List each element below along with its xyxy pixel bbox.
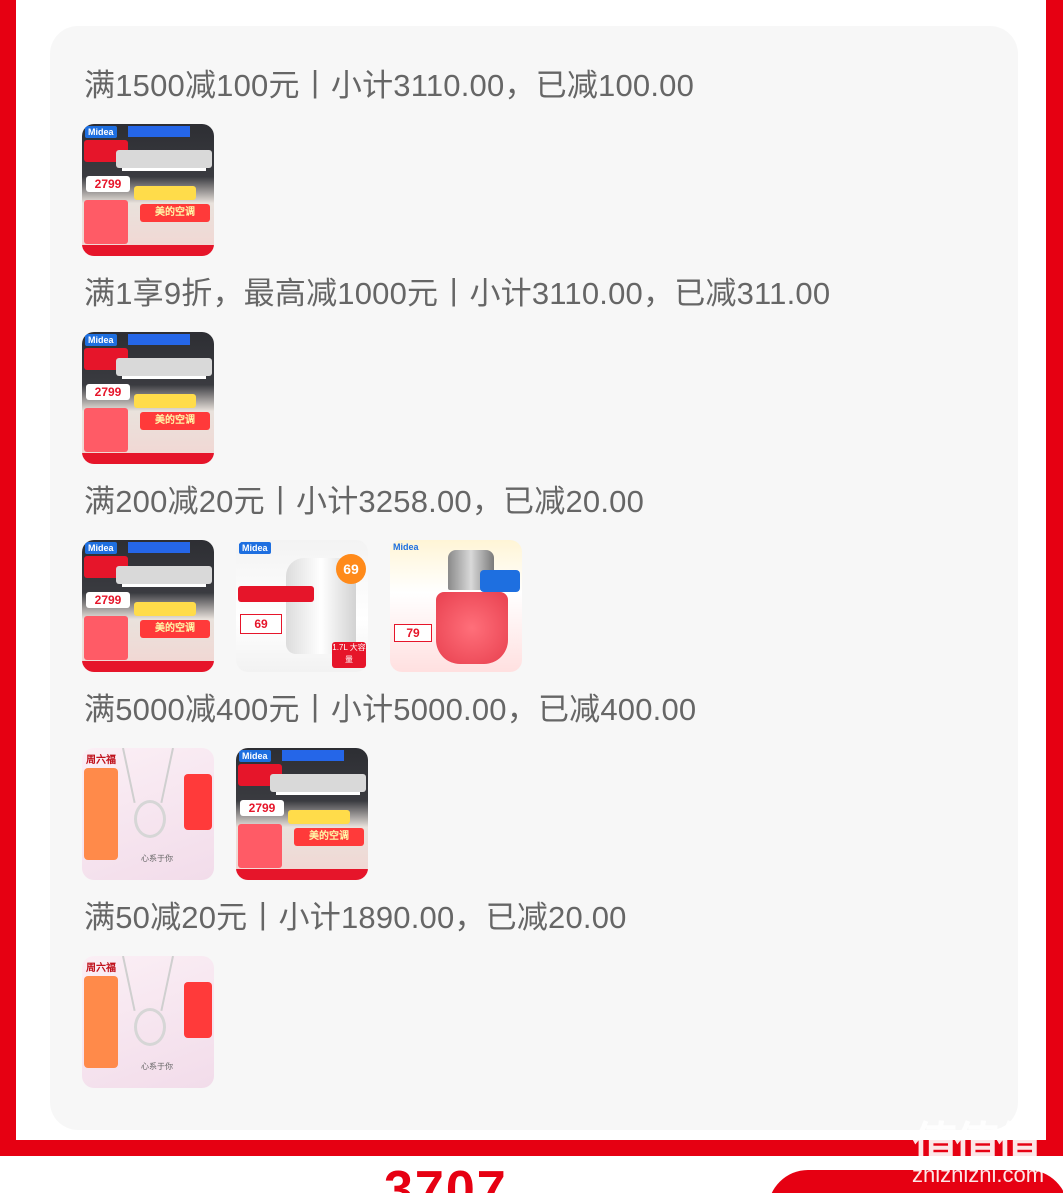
product-thumb-chopper[interactable]: Midea 79 [390,540,522,672]
product-thumb-air-conditioner[interactable]: Midea 2799 美的空调 [82,540,214,672]
product-headline: 美的空调 [140,412,210,430]
product-headline: 美的空调 [294,828,364,846]
product-caption: 心系于你 [141,854,173,863]
product-headline: 美的空调 [140,620,210,638]
promotion-group-title: 满1享9折，最高减1000元丨小计3110.00，已减311.00 [84,276,831,311]
promotion-group-title: 满50减20元丨小计1890.00，已减20.00 [84,900,627,935]
product-price: 2799 [86,176,130,192]
promotion-group-title: 满1500减100元丨小计3110.00，已减100.00 [84,68,695,103]
price-badge: 69 [336,554,366,584]
brand-logo: Midea [393,542,419,552]
product-caption: 心系于你 [141,1062,173,1071]
product-price: 2799 [86,592,130,608]
product-price: 2799 [240,800,284,816]
product-thumb-necklace[interactable]: 周六福 心系于你 [82,748,214,880]
product-price: 2799 [86,384,130,400]
product-thumb-air-conditioner[interactable]: Midea 2799 美的空调 [82,332,214,464]
capacity-label: 1.7L 大容量 [332,642,366,668]
brand-logo: Midea [85,542,117,554]
promotion-group-title: 满200减20元丨小计3258.00，已减20.00 [84,484,645,519]
watermark-url: zhizhizhi.com [912,1162,1045,1187]
brand-logo: Midea [239,750,271,762]
total-price: 3707 [384,1161,508,1193]
pendant-icon [134,1008,166,1046]
product-thumb-necklace[interactable]: 周六福 心系于你 [82,956,214,1088]
brand-logo: Midea [239,542,271,554]
brand-logo: Midea [85,126,117,138]
brand-logo: 周六福 [86,963,116,974]
product-headline: 美的空调 [140,204,210,222]
product-thumb-air-conditioner[interactable]: Midea 2799 美的空调 [82,124,214,256]
product-thumb-air-conditioner[interactable]: Midea 2799 美的空调 [236,748,368,880]
site-watermark: 值值值 zhizhizhi.com [912,1108,1058,1188]
checkout-bar: 3707 [0,1156,1063,1193]
brand-logo: 周六福 [86,755,116,766]
product-thumb-kettle[interactable]: Midea 69 69 1.7L 大容量 [236,540,368,672]
product-price: 69 [240,614,282,634]
promotion-group-title: 满5000减400元丨小计5000.00，已减400.00 [84,692,697,727]
pendant-icon [134,800,166,838]
product-price: 79 [394,624,432,642]
brand-logo: Midea [85,334,117,346]
